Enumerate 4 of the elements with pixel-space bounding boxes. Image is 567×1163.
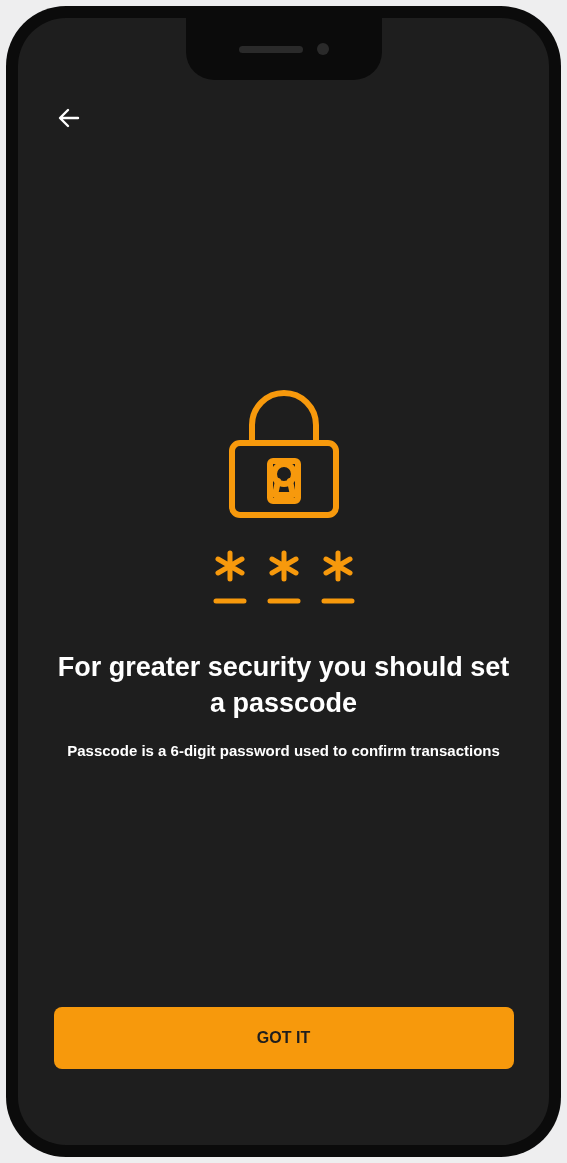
got-it-button[interactable]: GOT IT <box>53 1007 514 1069</box>
screen-description: Passcode is a 6-digit password used to confirm transactions <box>66 741 501 761</box>
screen-title: For greater security you should set a passcode <box>56 651 511 720</box>
back-arrow-icon[interactable] <box>58 108 80 128</box>
